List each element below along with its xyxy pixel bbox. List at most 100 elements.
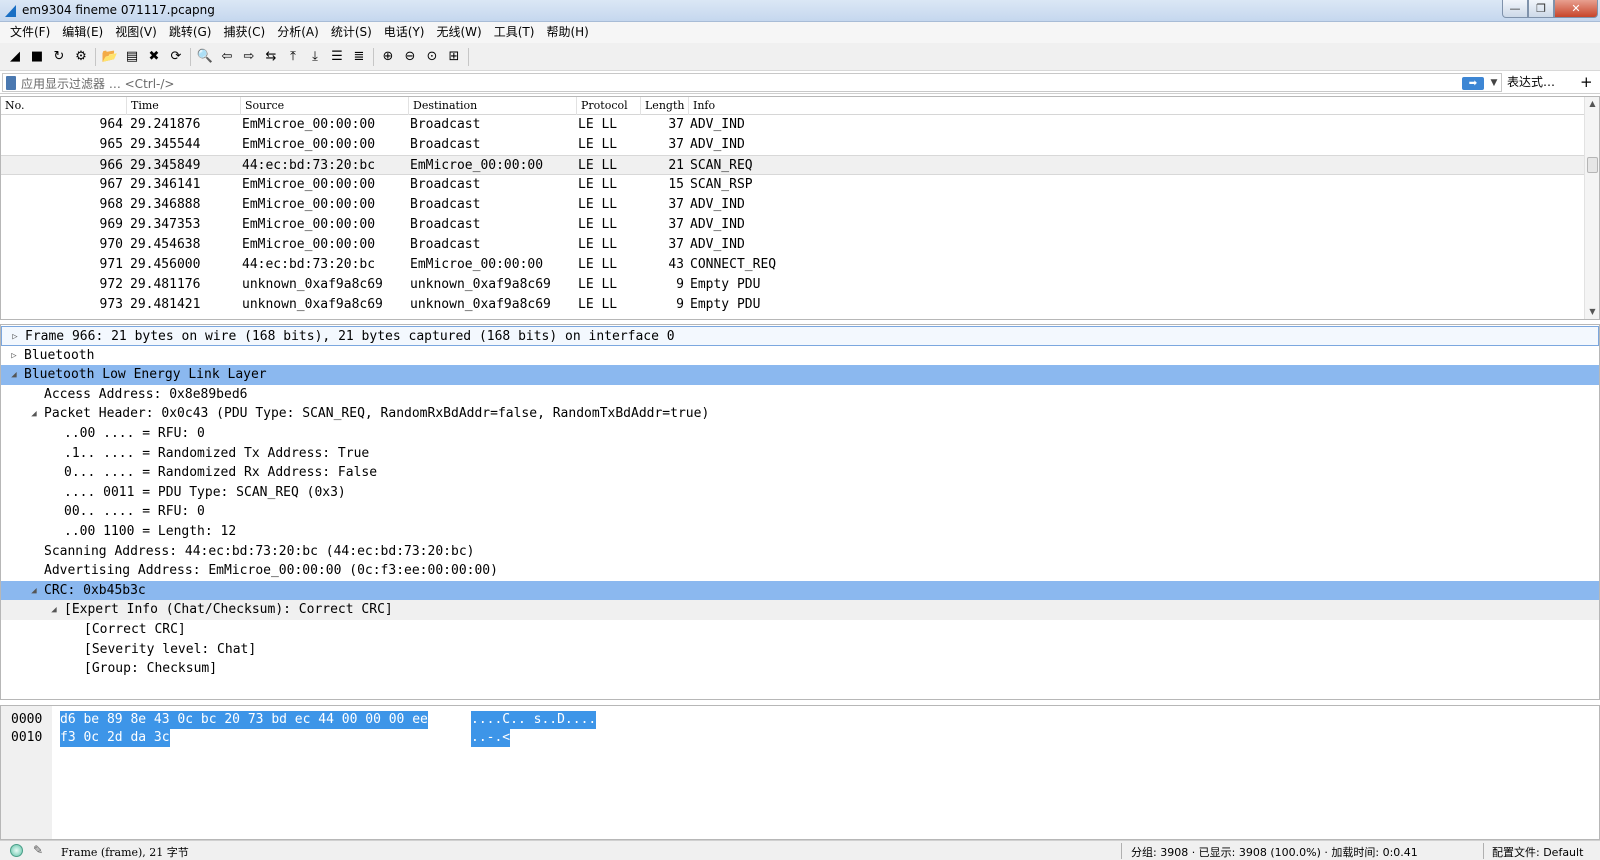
column-header-protocol[interactable]: Protocol	[577, 97, 641, 115]
packet-cell-src: 44:ec:bd:73:20:bc	[242, 257, 376, 272]
menu-item-3[interactable]: 跳转(G)	[163, 22, 218, 43]
detail-tree-item[interactable]: ◢ CRC: 0xb45b3c	[1, 580, 1599, 601]
packet-cell-dst: unknown_0xaf9a8c69	[410, 297, 551, 312]
expand-arrow-icon[interactable]: ▷	[9, 346, 19, 366]
packet-row[interactable]: 970 29.454638 EmMicroe_00:00:00 Broadcast LE…	[1, 235, 1585, 255]
zoom-normal-icon[interactable]: ⊙	[421, 46, 443, 68]
column-header-info[interactable]: Info	[689, 97, 1585, 115]
packet-cell-dst: Broadcast	[410, 117, 481, 132]
menu-item-8[interactable]: 无线(W)	[431, 22, 488, 43]
resize-columns-icon[interactable]: ⊞	[443, 46, 465, 68]
menu-item-6[interactable]: 统计(S)	[325, 22, 378, 43]
detail-tree-item[interactable]: Access Address: 0x8e89bed6	[1, 385, 1599, 405]
menu-item-10[interactable]: 帮助(H)	[540, 22, 594, 43]
filter-history-dropdown[interactable]: ▼	[1487, 75, 1501, 92]
display-filter-input[interactable]: 应用显示过滤器 … <Ctrl-/> ➡ ▼	[2, 73, 1502, 92]
detail-tree-item[interactable]: [Severity level: Chat]	[1, 640, 1599, 660]
add-filter-button[interactable]: +	[1580, 72, 1593, 92]
detail-tree-item[interactable]: ◢ Bluetooth Low Energy Link Layer	[1, 365, 1599, 386]
detail-tree-item[interactable]: ◢ Packet Header: 0x0c43 (PDU Type: SCAN_R…	[1, 404, 1599, 424]
last-packet-icon[interactable]: ⤓	[304, 46, 326, 68]
colorize-icon[interactable]: ≣	[348, 46, 370, 68]
apply-filter-button[interactable]: ➡	[1462, 77, 1484, 90]
packet-row[interactable]: 972 29.481176 unknown_0xaf9a8c69 unknown_0x…	[1, 275, 1585, 295]
menu-item-2[interactable]: 视图(V)	[109, 22, 163, 43]
go-forward-icon[interactable]: ⇨	[238, 46, 260, 68]
hex-bytes[interactable]: d6 be 89 8e 43 0c bc 20 73 bd ec 44 00 0…	[60, 711, 428, 729]
zoom-in-icon[interactable]: ⊕	[377, 46, 399, 68]
find-icon[interactable]: 🔍	[194, 46, 216, 68]
column-header-time[interactable]: Time	[127, 97, 241, 115]
ascii-bytes[interactable]: ....C.. s..D....	[471, 711, 597, 729]
bookmark-icon[interactable]	[6, 76, 16, 90]
detail-tree-item[interactable]: ▷ Frame 966: 21 bytes on wire (168 bits),…	[1, 326, 1599, 346]
go-back-icon[interactable]: ⇦	[216, 46, 238, 68]
detail-tree-item[interactable]: [Group: Checksum]	[1, 659, 1599, 679]
first-packet-icon[interactable]: ⤒	[282, 46, 304, 68]
capture-comment-icon[interactable]: ✎	[33, 843, 43, 857]
column-header-destination[interactable]: Destination	[409, 97, 577, 115]
expression-button[interactable]: 表达式…	[1507, 73, 1555, 92]
detail-tree-item[interactable]: .... 0011 = PDU Type: SCAN_REQ (0x3)	[1, 483, 1599, 503]
detail-tree-item[interactable]: [Correct CRC]	[1, 620, 1599, 640]
packet-row[interactable]: 971 29.456000 44:ec:bd:73:20:bc EmMicroe_00…	[1, 255, 1585, 275]
menu-item-7[interactable]: 电话(Y)	[378, 22, 431, 43]
scrollbar-thumb[interactable]	[1587, 157, 1598, 173]
packet-row[interactable]: 973 29.481421 unknown_0xaf9a8c69 unknown_0x…	[1, 295, 1585, 315]
collapse-arrow-icon[interactable]: ◢	[29, 404, 39, 424]
detail-tree-item[interactable]: 0... .... = Randomized Rx Address: False	[1, 463, 1599, 483]
detail-tree-item[interactable]: .1.. .... = Randomized Tx Address: True	[1, 444, 1599, 464]
detail-tree-item[interactable]: Advertising Address: EmMicroe_00:00:00 (…	[1, 561, 1599, 581]
close-file-icon[interactable]: ✖	[143, 46, 165, 68]
packet-row[interactable]: 969 29.347353 EmMicroe_00:00:00 Broadcast LE…	[1, 215, 1585, 235]
detail-tree-item[interactable]: ◢ [Expert Info (Chat/Checksum): Correct C…	[1, 600, 1599, 621]
detail-tree-item[interactable]: 00.. .... = RFU: 0	[1, 502, 1599, 522]
packet-cell-time: 29.345849	[130, 158, 201, 173]
detail-tree-item[interactable]: ..00 1100 = Length: 12	[1, 522, 1599, 542]
column-header-source[interactable]: Source	[241, 97, 409, 115]
expand-arrow-icon[interactable]: ▷	[10, 327, 20, 347]
column-header-length[interactable]: Length	[641, 97, 689, 115]
shark-fin-start-icon[interactable]: ◢	[4, 46, 26, 68]
detail-tree-item[interactable]: ▷ Bluetooth	[1, 346, 1599, 366]
packet-row[interactable]: 965 29.345544 EmMicroe_00:00:00 Broadcast LE…	[1, 135, 1585, 155]
menu-item-1[interactable]: 编辑(E)	[56, 22, 109, 43]
capture-options-icon[interactable]: ⚙	[70, 46, 92, 68]
reload-icon[interactable]: ⟳	[165, 46, 187, 68]
packet-row[interactable]: 968 29.346888 EmMicroe_00:00:00 Broadcast LE…	[1, 195, 1585, 215]
column-header-no[interactable]: No.	[1, 97, 127, 115]
menu-item-9[interactable]: 工具(T)	[488, 22, 541, 43]
restore-button[interactable]: ❐	[1528, 0, 1554, 18]
packet-cell-src: EmMicroe_00:00:00	[242, 237, 376, 252]
packet-row[interactable]: 964 29.241876 EmMicroe_00:00:00 Broadcast LE…	[1, 115, 1585, 135]
detail-tree-item[interactable]: ..00 .... = RFU: 0	[1, 424, 1599, 444]
menu-bar: 文件(F) 编辑(E) 视图(V) 跳转(G) 捕获(C) 分析(A) 统计(S) 电话(Y)…	[0, 22, 1600, 43]
go-to-packet-icon[interactable]: ⇆	[260, 46, 282, 68]
ascii-bytes[interactable]: ..-.<	[471, 729, 511, 747]
menu-item-5[interactable]: 分析(A)	[271, 22, 325, 43]
collapse-arrow-icon[interactable]: ◢	[49, 600, 59, 620]
minimize-button[interactable]: —	[1502, 0, 1528, 18]
hex-bytes[interactable]: f3 0c 2d da 3c	[60, 729, 170, 747]
menu-item-4[interactable]: 捕获(C)	[217, 22, 271, 43]
restart-icon[interactable]: ↻	[48, 46, 70, 68]
stop-icon[interactable]: ■	[26, 46, 48, 68]
expert-info-status-icon[interactable]	[10, 844, 23, 857]
scroll-down-arrow-icon[interactable]: ▼	[1585, 305, 1600, 319]
collapse-arrow-icon[interactable]: ◢	[9, 365, 19, 385]
zoom-out-icon[interactable]: ⊖	[399, 46, 421, 68]
open-file-icon[interactable]: 📂	[99, 46, 121, 68]
detail-tree-item[interactable]: Scanning Address: 44:ec:bd:73:20:bc (44:…	[1, 542, 1599, 562]
save-file-icon[interactable]: ▤	[121, 46, 143, 68]
packet-cell-src: EmMicroe_00:00:00	[242, 197, 376, 212]
packet-cell-proto: LE LL	[578, 158, 618, 173]
collapse-arrow-icon[interactable]: ◢	[29, 581, 39, 601]
status-profile[interactable]: 配置文件: Default	[1492, 844, 1583, 860]
autoscroll-icon[interactable]: ☰	[326, 46, 348, 68]
menu-item-0[interactable]: 文件(F)	[4, 22, 56, 43]
packet-row[interactable]: 966 29.345849 44:ec:bd:73:20:bc EmMicroe_00…	[1, 155, 1585, 175]
packet-row[interactable]: 967 29.346141 EmMicroe_00:00:00 Broadcast LE…	[1, 175, 1585, 195]
close-button[interactable]: ✕	[1554, 0, 1598, 18]
scroll-up-arrow-icon[interactable]: ▲	[1585, 97, 1600, 111]
packet-list-scrollbar[interactable]: ▲ ▼	[1584, 97, 1599, 319]
